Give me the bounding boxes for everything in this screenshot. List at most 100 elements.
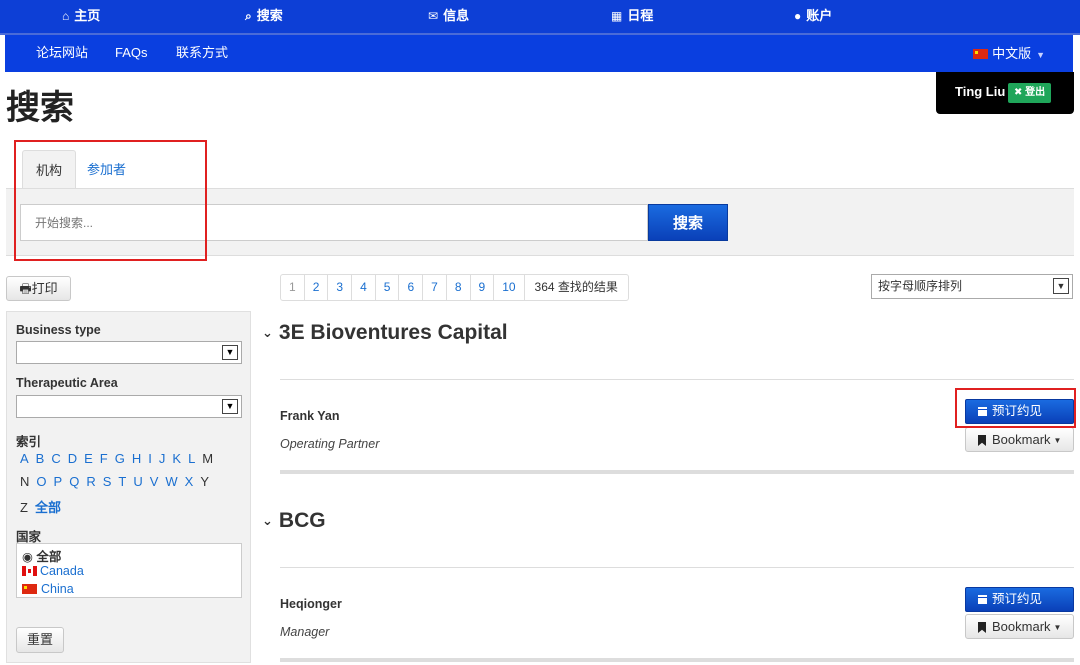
letter-link[interactable]: U [133, 474, 142, 489]
letter-link[interactable]: P [54, 474, 63, 489]
letter-link[interactable]: S [103, 474, 112, 489]
index-all-link[interactable]: 全部 [35, 497, 61, 516]
letter-link[interactable]: O [36, 474, 46, 489]
page-link[interactable]: 8 [447, 275, 471, 300]
page-link[interactable]: 7 [423, 275, 447, 300]
letter-link[interactable]: L [188, 451, 195, 466]
person-role: Operating Partner [280, 437, 380, 451]
result-separator [280, 658, 1074, 662]
nav-search[interactable]: ⌕ 搜索 [245, 0, 283, 33]
letter-link[interactable]: K [172, 451, 181, 466]
envelope-icon: ✉ [428, 9, 439, 23]
chevron-down-icon: ⌄ [262, 325, 273, 340]
letter-link[interactable]: J [159, 451, 166, 466]
caret-down-icon: ▼ [1036, 50, 1045, 60]
chevron-down-icon: ▼ [222, 345, 238, 360]
nav-messages[interactable]: ✉ 信息 [428, 0, 469, 33]
letter-link[interactable]: V [150, 474, 159, 489]
close-icon: ✖ [1014, 87, 1026, 98]
country-item-all[interactable]: ◉ 全部 [22, 546, 61, 565]
letter-link[interactable]: H [132, 451, 141, 466]
letter-link[interactable]: Z [20, 500, 28, 515]
result-separator [280, 470, 1074, 474]
org-title[interactable]: ⌄ BCG [262, 509, 326, 533]
nav-home[interactable]: ⌂ 主页 [62, 0, 100, 33]
letter-link[interactable]: A [20, 451, 29, 466]
org-title[interactable]: ⌄ 3E Bioventures Capital [262, 321, 508, 345]
country-list: ◉ 全部 Canada China [16, 543, 242, 598]
print-button[interactable]: 🖶打印 [6, 276, 71, 301]
caret-down-icon: ▼ [1053, 623, 1062, 632]
divider [280, 379, 1074, 380]
subnav-forum-link[interactable]: 论坛网站 [36, 35, 88, 72]
page-link[interactable]: 2 [305, 275, 329, 300]
top-navbar: ⌂ 主页 ⌕ 搜索 ✉ 信息 ▦ 日程 ● 账户 [0, 0, 1080, 35]
letter-link[interactable]: N [20, 474, 29, 489]
business-type-label: Business type [16, 323, 101, 337]
user-panel: Ting Liu ✖ 登出 [936, 72, 1074, 114]
canada-flag-icon [22, 566, 37, 576]
page-link[interactable]: 3 [328, 275, 353, 300]
page-title: 搜索 [6, 88, 74, 128]
highlight-box-search-tabs [14, 140, 207, 261]
user-name: Ting Liu [955, 84, 1006, 99]
search-icon: ⌕ [245, 9, 252, 23]
business-type-select[interactable]: ▼ [16, 341, 242, 364]
letter-link[interactable]: T [118, 474, 126, 489]
page-link[interactable]: 9 [471, 275, 495, 300]
letter-link[interactable]: M [202, 451, 213, 466]
result-count: 364 查找的结果 [534, 280, 618, 294]
letter-link[interactable]: R [86, 474, 95, 489]
bookmark-icon [978, 622, 986, 633]
letter-link[interactable]: Y [200, 474, 209, 489]
page-link[interactable]: 5 [376, 275, 400, 300]
reset-button[interactable]: 重置 [16, 627, 64, 653]
letter-link[interactable]: D [68, 451, 77, 466]
alphabet-row-2: NOPQRSTUVWXY [20, 474, 216, 489]
book-meeting-button[interactable]: 预订约见 [965, 587, 1074, 612]
page-current[interactable]: 1 [281, 275, 305, 300]
letter-link[interactable]: G [115, 451, 125, 466]
filter-sidebar: Business type ▼ Therapeutic Area ▼ 索引 AB… [6, 311, 251, 663]
calendar-icon: ▦ [611, 9, 623, 23]
subnav-faqs-link[interactable]: FAQs [115, 35, 148, 72]
letter-link[interactable]: E [84, 451, 93, 466]
divider [280, 567, 1074, 568]
user-icon: ● [794, 9, 802, 23]
nav-schedule[interactable]: ▦ 日程 [611, 0, 653, 33]
china-flag-icon [973, 49, 989, 59]
therapeutic-area-label: Therapeutic Area [16, 376, 118, 390]
bookmark-button[interactable]: Bookmark ▼ [965, 427, 1074, 452]
letter-link[interactable]: C [51, 451, 60, 466]
subnav-contact-link[interactable]: 联系方式 [176, 35, 228, 72]
caret-down-icon: ▼ [1053, 436, 1062, 445]
letter-link[interactable]: W [165, 474, 177, 489]
chevron-down-icon: ⌄ [262, 513, 273, 528]
search-button[interactable]: 搜索 [648, 204, 728, 241]
bookmark-button[interactable]: Bookmark ▼ [965, 614, 1074, 639]
index-label: 索引 [16, 435, 42, 449]
language-selector[interactable]: 中文版 ▼ [973, 35, 1045, 72]
letter-link[interactable]: Q [69, 474, 79, 489]
sort-select[interactable]: 按字母顺序排列 ▼ [871, 274, 1073, 299]
letter-link[interactable]: B [36, 451, 45, 466]
page-link[interactable]: 6 [399, 275, 424, 300]
person-name: Frank Yan [280, 409, 340, 423]
letter-link[interactable]: I [148, 451, 152, 466]
country-item-canada[interactable]: Canada [22, 564, 84, 578]
nav-account[interactable]: ● 账户 [794, 0, 832, 33]
letter-link[interactable]: X [185, 474, 194, 489]
therapeutic-area-select[interactable]: ▼ [16, 395, 242, 418]
bookmark-icon [978, 435, 986, 446]
person-name: Heqionger [280, 597, 342, 611]
page-link[interactable]: 10 [494, 275, 525, 300]
printer-icon: 🖶 [19, 281, 32, 296]
logout-button[interactable]: ✖ 登出 [1008, 83, 1052, 103]
page-link[interactable]: 4 [352, 275, 376, 300]
china-flag-icon [22, 584, 37, 594]
sub-navbar: 论坛网站 FAQs 联系方式 中文版 ▼ [5, 35, 1073, 72]
country-item-china[interactable]: China [22, 582, 74, 596]
letter-link[interactable]: F [100, 451, 108, 466]
highlight-box-book-button [955, 388, 1076, 428]
chevron-down-icon: ▼ [1053, 278, 1069, 294]
